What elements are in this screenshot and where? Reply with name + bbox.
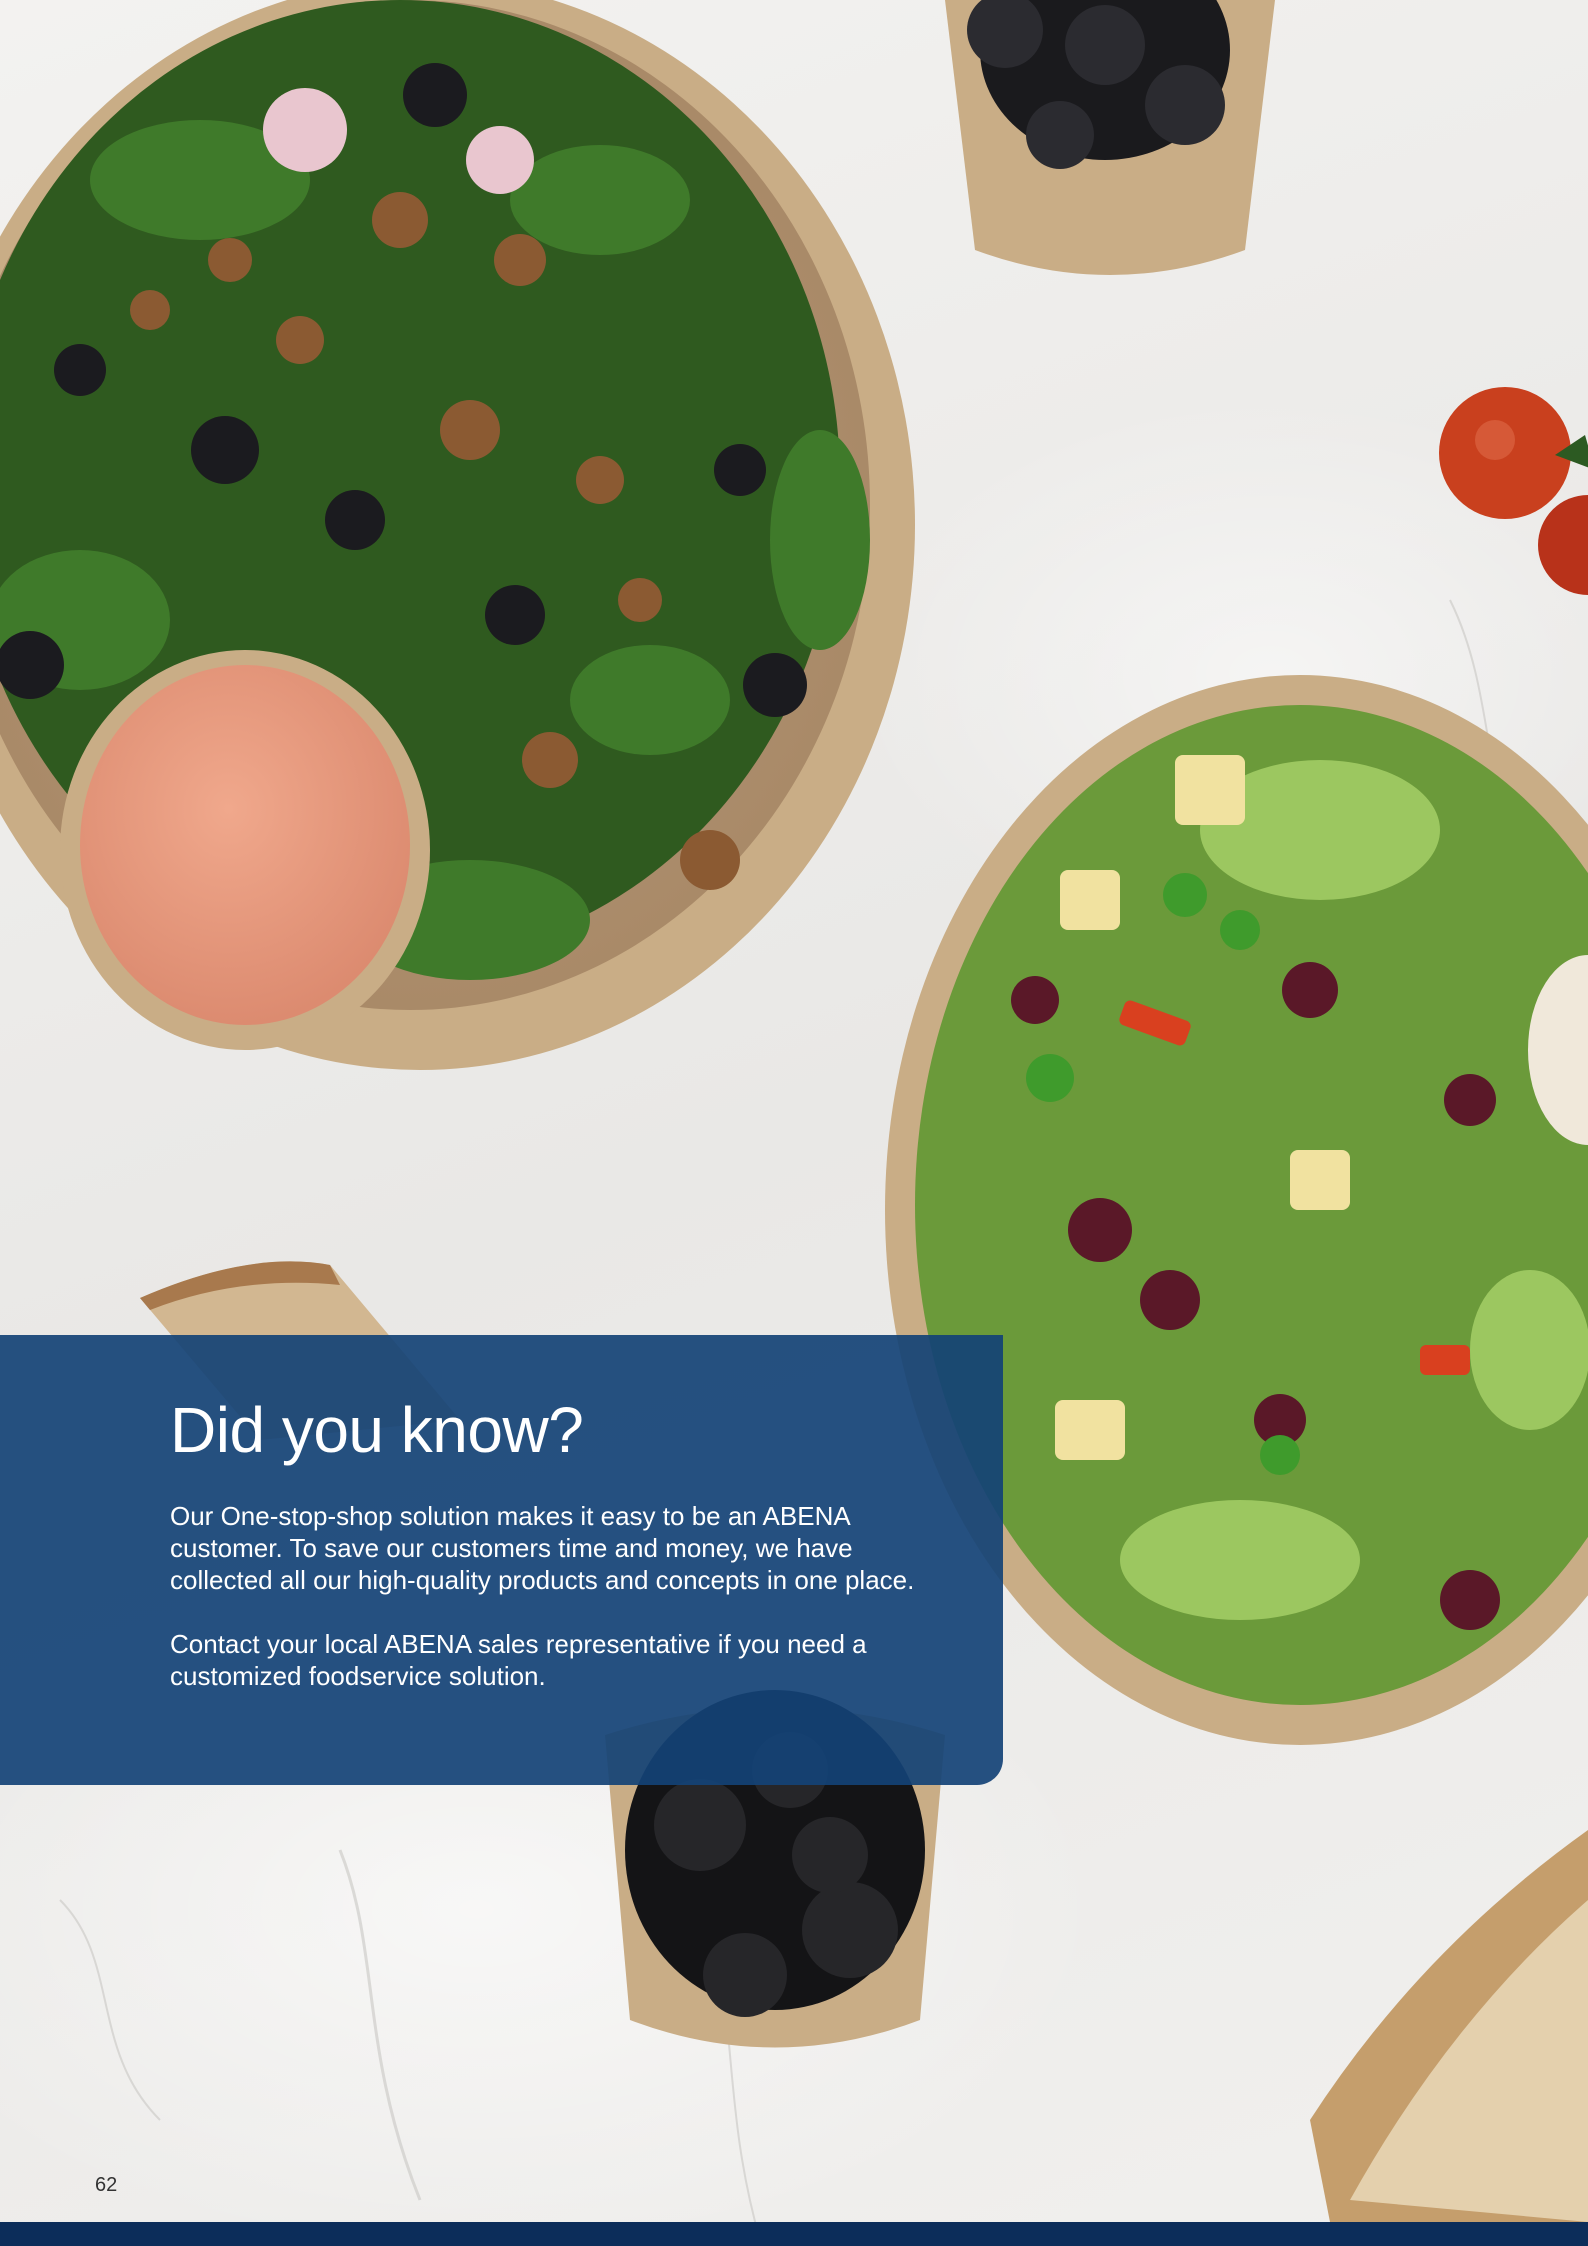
- panel-title: Did you know?: [170, 1394, 584, 1466]
- cherry-tomatoes: [1439, 387, 1588, 595]
- panel-paragraph-1: Our One-stop-shop solution makes it easy…: [170, 1501, 915, 1596]
- food-photo: [0, 0, 1588, 2241]
- spinach-salad-bowl: [0, 0, 915, 1070]
- panel-paragraph-2: Contact your local ABENA sales represent…: [170, 1629, 867, 1692]
- page-number: 62: [95, 2174, 118, 2196]
- olive-cup-top: [945, 0, 1275, 275]
- did-you-know-panel: Did you know? Our One-stop-shop solution…: [0, 1335, 1003, 1785]
- bread-slice-right: [1310, 1830, 1588, 2222]
- footer-bar: [0, 2222, 1588, 2246]
